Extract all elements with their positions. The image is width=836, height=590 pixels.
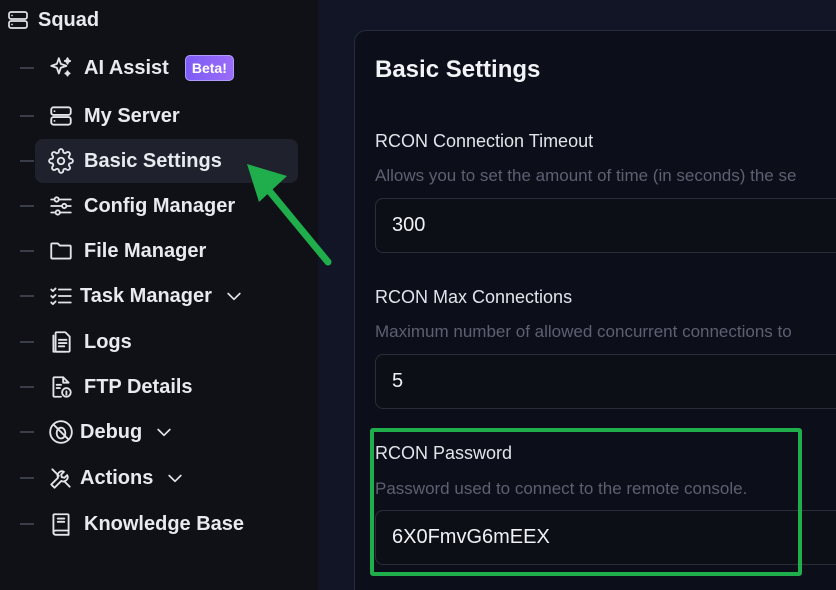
sidebar-item-label: Task Manager (80, 284, 212, 307)
gear-icon (48, 148, 74, 174)
tools-icon (48, 465, 74, 491)
rcon-max-connections-value: 5 (392, 370, 404, 392)
rcon-timeout-label: RCON Connection Timeout (375, 131, 594, 151)
chevron-down-icon[interactable] (224, 286, 244, 306)
book-icon (48, 511, 74, 537)
tree-line (20, 160, 34, 162)
tree-line (20, 115, 34, 117)
sidebar-item-my-server[interactable]: My Server (0, 94, 300, 138)
server-icon (48, 103, 74, 129)
sidebar-item-label: Logs (84, 330, 132, 353)
server-name: Squad (38, 8, 100, 31)
rcon-max-connections-description: Maximum number of allowed concurrent con… (375, 322, 792, 341)
file-info-icon (48, 374, 74, 400)
page-title: Basic Settings (375, 56, 541, 83)
highlight-box (370, 428, 802, 576)
tree-line (20, 386, 34, 388)
server-icon (6, 8, 30, 32)
chevron-down-icon[interactable] (165, 468, 185, 488)
tree-line (20, 431, 34, 433)
sidebar-item-knowledge-base[interactable]: Knowledge Base (0, 502, 300, 546)
sidebar-item-label: AI Assist (84, 56, 169, 79)
sidebar-item-label: File Manager (84, 239, 207, 262)
tree-line (20, 250, 34, 252)
beta-badge: Beta! (184, 55, 234, 81)
sidebar-item-label: FTP Details (84, 375, 193, 398)
chevron-down-icon[interactable] (154, 422, 174, 442)
sidebar-item-actions[interactable]: Actions (0, 456, 300, 500)
tree-line (20, 205, 34, 207)
rcon-timeout-description: Allows you to set the amount of time (in… (375, 166, 797, 185)
sliders-icon (48, 193, 74, 219)
sidebar-item-ai-assist[interactable]: AI Assist Beta! (0, 46, 300, 90)
sidebar-item-ftp-details[interactable]: FTP Details (0, 365, 300, 409)
sidebar-item-logs[interactable]: Logs (0, 320, 300, 364)
sidebar-item-label: Debug (80, 420, 143, 443)
tree-line (20, 477, 34, 479)
rcon-timeout-value: 300 (392, 214, 426, 236)
tree-line (20, 295, 34, 297)
sidebar-item-label: Basic Settings (84, 149, 222, 172)
task-list-icon (48, 283, 74, 309)
tree-line (20, 341, 34, 343)
rcon-max-connections-label: RCON Max Connections (375, 287, 573, 307)
sidebar-item-label: Knowledge Base (84, 512, 245, 535)
sidebar-item-label: My Server (84, 104, 180, 127)
sidebar-item-debug[interactable]: Debug (0, 410, 300, 454)
sidebar-item-task-manager[interactable]: Task Manager (0, 274, 300, 318)
sparkles-icon (48, 55, 74, 81)
server-header[interactable]: Squad (6, 8, 99, 32)
sidebar-item-label: Actions (80, 466, 154, 489)
folder-icon (48, 238, 74, 264)
tree-line (20, 67, 34, 69)
document-icon (48, 329, 74, 355)
bug-off-icon (48, 419, 74, 445)
sidebar: Squad AI Assist Beta! My Server Basic Se… (0, 0, 318, 590)
sidebar-item-label: Config Manager (84, 194, 236, 217)
annotation-arrow (247, 164, 332, 266)
tree-line (20, 523, 34, 525)
rcon-timeout-input[interactable]: 300 (375, 198, 836, 253)
rcon-max-connections-input[interactable]: 5 (375, 354, 836, 409)
